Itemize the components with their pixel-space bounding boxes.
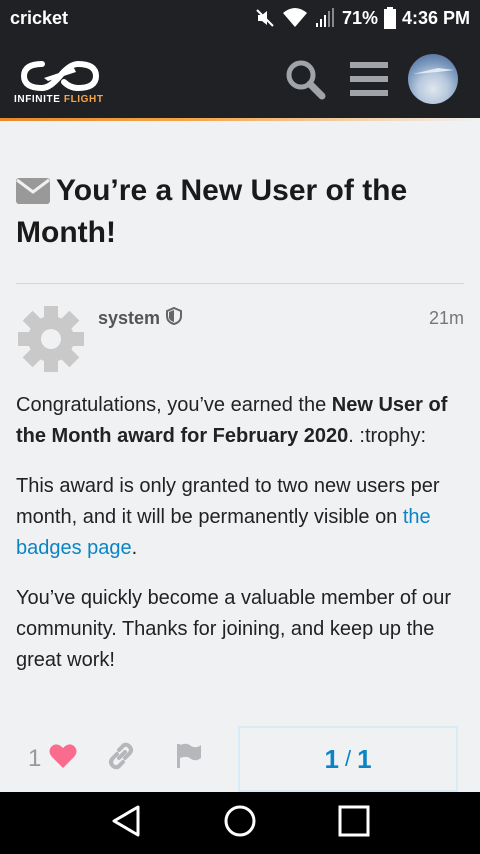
author-name[interactable]: system (98, 308, 160, 329)
post-paragraph-2: This award is only granted to two new us… (16, 471, 466, 564)
like-count[interactable]: 1 (28, 745, 41, 773)
p2-text: This award is only granted to two new us… (16, 475, 440, 528)
progress-current: 1 (324, 743, 339, 774)
signal-icon (314, 7, 336, 29)
back-icon[interactable] (110, 804, 142, 843)
home-icon[interactable] (223, 804, 257, 843)
shield-icon (166, 306, 183, 330)
topic-title-block: You’re a New User of the Month! (16, 170, 436, 254)
post-body: Congratulations, you’ve earned the New U… (16, 390, 466, 695)
search-icon[interactable] (284, 58, 326, 105)
hamburger-menu-icon[interactable] (350, 62, 388, 101)
post-actions: 1 (16, 742, 203, 775)
flag-icon[interactable] (175, 742, 203, 775)
clock: 4:36 PM (401, 7, 470, 28)
post-author[interactable]: system (98, 306, 183, 330)
header-accent-line (0, 118, 480, 121)
battery-icon (383, 7, 396, 29)
status-bar: cricket 71% 4:36 PM (0, 0, 480, 36)
progress-total: 1 (357, 743, 372, 774)
recents-icon[interactable] (338, 805, 370, 842)
page-title: You’re a New User of the Month! (16, 174, 408, 249)
battery-percent: 71% (341, 7, 378, 28)
progress-separator: / (344, 746, 352, 771)
mute-icon (254, 7, 276, 29)
p1-text-end: . :trophy: (348, 425, 427, 447)
post-paragraph-1: Congratulations, you’ve earned the New U… (16, 390, 466, 452)
heart-icon[interactable] (49, 743, 77, 774)
post-time[interactable]: 21m (429, 308, 464, 329)
brand-text: INFINITE FLIGHT (14, 94, 104, 105)
post-paragraph-3: You’ve quickly become a valuable member … (16, 587, 452, 671)
topic-progress[interactable]: 1 / 1 (238, 726, 458, 792)
p2-text-end: . (131, 537, 138, 559)
title-divider (16, 283, 464, 284)
brand-text-left: INFINITE (14, 94, 61, 105)
wifi-icon (282, 7, 308, 29)
system-nav-bar (0, 792, 480, 854)
link-icon[interactable] (107, 742, 135, 775)
carrier-label: cricket (10, 7, 69, 28)
user-avatar[interactable] (408, 54, 458, 104)
gear-icon[interactable] (16, 304, 86, 379)
envelope-icon (16, 178, 50, 209)
site-header: INFINITE FLIGHT (0, 36, 480, 118)
p1-text: Congratulations, you’ve earned the (16, 394, 332, 416)
brand-text-right: FLIGHT (63, 94, 104, 105)
